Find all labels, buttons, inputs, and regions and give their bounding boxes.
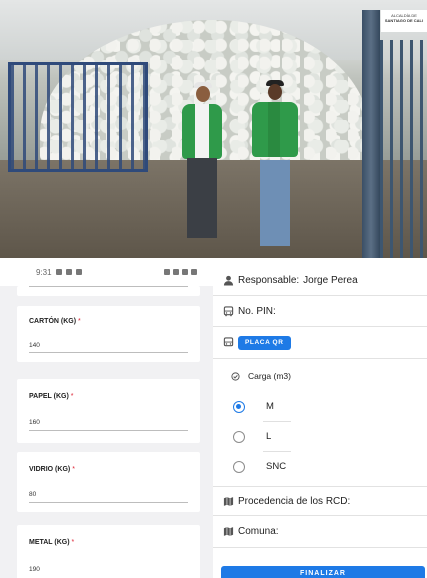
status-bar: 9:31	[0, 258, 213, 286]
mute-icon	[164, 269, 170, 275]
comuna-label: Comuna:	[238, 526, 279, 537]
radio-l[interactable]	[233, 431, 245, 443]
vidrio-input[interactable]: 80	[29, 491, 36, 498]
map-icon	[223, 527, 234, 536]
carton-input[interactable]: 140	[29, 342, 40, 349]
left-fence	[8, 62, 148, 172]
right-fence	[380, 40, 427, 258]
metal-label: METAL (KG) *	[29, 539, 75, 546]
papel-input[interactable]: 160	[29, 419, 40, 426]
form-card-partial	[17, 286, 200, 296]
status-time: 9:31	[36, 267, 52, 277]
comuna-row[interactable]: Comuna:	[213, 516, 427, 548]
procedencia-row[interactable]: Procedencia de los RCD:	[213, 486, 427, 516]
papel-label: PAPEL (KG) *	[29, 393, 74, 400]
vidrio-label: VIDRIO (KG) *	[29, 466, 75, 473]
registration-form: Responsable: Jorge Perea No. PIN: PLACA …	[213, 258, 427, 578]
signal-icon	[182, 269, 188, 275]
carga-row: Carga (m3)	[213, 368, 427, 384]
form-card-papel: PAPEL (KG) * 160	[17, 379, 200, 443]
finalizar-button[interactable]: FINALIZAR	[221, 566, 425, 578]
procedencia-label: Procedencia de los RCD:	[238, 495, 351, 507]
person-icon	[223, 275, 234, 286]
responsable-value: Jorge Perea	[303, 275, 358, 286]
pin-label: No. PIN:	[238, 305, 276, 317]
message-icon	[55, 269, 62, 275]
metal-input[interactable]: 190	[29, 566, 40, 573]
map-icon	[223, 496, 234, 506]
radio-m[interactable]	[233, 401, 245, 413]
right-post	[362, 10, 380, 258]
field-photo: ALCALDÍA DE SANTIAGO DE CALI	[0, 0, 427, 258]
radio-snc[interactable]	[233, 461, 245, 473]
carton-label: CARTÓN (KG) *	[29, 318, 81, 325]
option-l-label: L	[266, 431, 272, 442]
alcaldia-logo: ALCALDÍA DE SANTIAGO DE CALI	[381, 10, 427, 32]
carga-label: Carga (m3)	[248, 371, 291, 381]
check-circle-icon	[231, 371, 240, 381]
app-icon	[75, 269, 82, 275]
qr-row: PLACA QR	[213, 327, 427, 359]
wifi-icon	[173, 269, 179, 275]
cloud-icon	[65, 269, 72, 275]
responsable-row: Responsable: Jorge Perea	[213, 266, 427, 296]
bus-icon	[223, 337, 234, 347]
pin-row[interactable]: No. PIN:	[213, 296, 427, 327]
form-card-metal: METAL (KG) * 190	[17, 525, 200, 578]
responsable-label: Responsable:	[238, 275, 300, 286]
form-card-vidrio: VIDRIO (KG) * 80	[17, 452, 200, 512]
option-snc-label: SNC	[266, 461, 287, 472]
phone-screenshot: 9:31 CARTÓN (KG) * 140 PAPEL (KG) * 160	[0, 258, 213, 578]
placa-qr-button[interactable]: PLACA QR	[238, 335, 291, 350]
battery-icon	[191, 269, 197, 275]
form-card-carton: CARTÓN (KG) * 140	[17, 306, 200, 362]
bus-icon	[223, 305, 234, 316]
logo-line2: SANTIAGO DE CALI	[384, 18, 424, 23]
option-m-label: M	[266, 401, 274, 412]
